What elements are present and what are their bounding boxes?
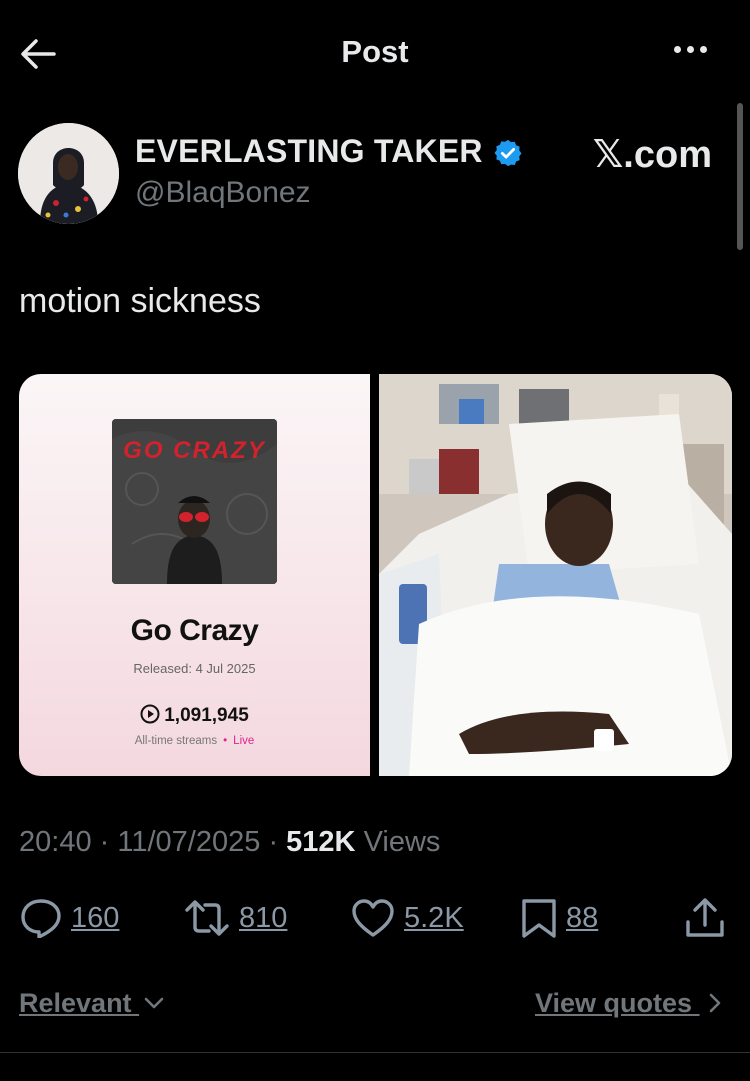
sort-relevant-dropdown[interactable]: Relevant — [19, 988, 165, 1019]
verified-badge-icon — [493, 138, 523, 168]
all-time-streams-label: All-time streams — [134, 735, 218, 747]
watermark: 𝕏.com — [592, 134, 712, 176]
album-cover: GO CRAZY — [112, 419, 277, 584]
play-circle-icon — [140, 704, 160, 724]
post-meta: 20:40 · 11/07/2025 · 512K Views — [19, 826, 440, 859]
tweet-text: motion sickness — [19, 282, 261, 320]
bookmark-count: 88 — [566, 901, 599, 934]
page-title: Post — [341, 34, 409, 69]
stream-count: 1,091,945 — [19, 704, 370, 727]
separator-dot: • — [223, 735, 228, 747]
sort-label: Relevant — [19, 988, 132, 1018]
bookmark-icon — [522, 899, 556, 938]
scrollbar[interactable] — [737, 103, 743, 250]
more-options-icon — [674, 40, 716, 58]
share-icon — [686, 898, 724, 937]
album-cover-title: GO CRAZY — [123, 437, 266, 464]
reply-button[interactable]: 160 — [19, 895, 119, 941]
view-quotes-label: View quotes — [535, 988, 693, 1018]
like-button[interactable]: 5.2K — [350, 895, 464, 941]
avatar[interactable] — [18, 123, 119, 224]
post-time: 20:40 — [19, 826, 92, 858]
repost-icon — [185, 900, 229, 936]
repost-count: 810 — [239, 901, 288, 934]
streams-sub-label: All-time streams • Live — [19, 735, 370, 747]
share-button[interactable] — [684, 895, 726, 941]
repost-button[interactable]: 810 — [183, 895, 287, 941]
views-count: 512K — [286, 826, 356, 858]
reply-icon — [21, 899, 61, 938]
chevron-down-icon — [144, 997, 164, 1009]
media-image-streams-card[interactable]: GO CRAZY Go Crazy Released: 4 Jul 2025 1… — [19, 374, 370, 776]
views-label: Views — [363, 826, 441, 858]
song-title: Go Crazy — [130, 614, 259, 647]
live-label: Live — [233, 735, 255, 747]
author-handle[interactable]: @BlaqBonez — [135, 176, 311, 210]
reply-count: 160 — [71, 901, 120, 934]
post-date: 11/07/2025 — [117, 826, 261, 858]
media-image-photo[interactable] — [379, 374, 732, 776]
author-name[interactable]: EVERLASTING TAKER — [135, 133, 483, 170]
chevron-right-icon — [709, 993, 720, 1013]
bookmark-button[interactable]: 88 — [520, 895, 598, 941]
more-options-button[interactable] — [674, 40, 716, 64]
stream-count-value: 1,091,945 — [164, 705, 249, 726]
heart-icon — [352, 899, 394, 937]
photo-hospital-icon — [379, 374, 732, 776]
like-count: 5.2K — [404, 901, 464, 934]
meta-separator: · — [99, 826, 110, 858]
divider — [0, 1052, 750, 1053]
meta-separator: · — [268, 826, 279, 858]
view-quotes-link[interactable]: View quotes — [535, 988, 722, 1019]
release-date: Released: 4 Jul 2025 — [133, 661, 256, 676]
